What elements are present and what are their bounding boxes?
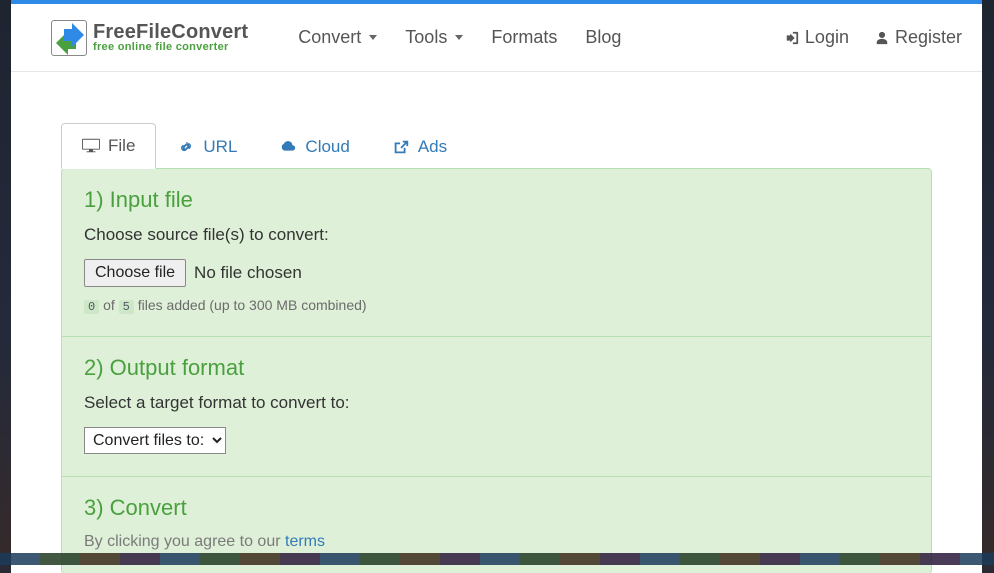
- logo-text: FreeFileConvert free online file convert…: [93, 22, 248, 53]
- tab-label: File: [108, 136, 135, 156]
- file-chosen-status: No file chosen: [194, 263, 302, 283]
- nav-label: Login: [805, 27, 849, 48]
- nav-right: Login Register: [785, 27, 962, 48]
- chevron-down-icon: [369, 35, 377, 40]
- external-link-icon: [392, 139, 410, 155]
- files-current-count: 0: [84, 300, 99, 314]
- brand-logo[interactable]: FreeFileConvert free online file convert…: [51, 20, 248, 56]
- section-title: 1) Input file: [84, 187, 909, 213]
- logo-icon: [51, 20, 87, 56]
- terms-prefix: By clicking you agree to our: [84, 533, 285, 550]
- tab-file[interactable]: File: [61, 123, 156, 169]
- nav-label: Formats: [491, 27, 557, 48]
- section-title: 2) Output format: [84, 355, 909, 381]
- section-output: 2) Output format Select a target format …: [62, 337, 931, 477]
- nav-tools[interactable]: Tools: [405, 27, 463, 48]
- section-input: 1) Input file Choose source file(s) to c…: [62, 169, 931, 337]
- file-input-row: Choose file No file chosen: [84, 259, 909, 287]
- nav-login[interactable]: Login: [785, 27, 849, 48]
- cloud-download-icon: [279, 139, 297, 155]
- nav-label: Tools: [405, 27, 447, 48]
- terms-line: By clicking you agree to our terms: [84, 533, 909, 551]
- file-count-hint: 0 of 5 files added (up to 300 MB combine…: [84, 297, 909, 314]
- nav-label: Register: [895, 27, 962, 48]
- backdrop-bottom: [0, 553, 994, 565]
- signin-icon: [785, 31, 799, 45]
- output-format-row: Convert files to:: [84, 427, 909, 454]
- main-container: File URL Cloud Ads 1) Input file Choose …: [11, 72, 982, 573]
- tab-ads[interactable]: Ads: [371, 124, 468, 169]
- page: FreeFileConvert free online file convert…: [11, 0, 982, 573]
- nav-label: Convert: [298, 27, 361, 48]
- hint-of: of: [103, 297, 115, 313]
- choose-file-button[interactable]: Choose file: [84, 259, 186, 287]
- nav-left: Convert Tools Formats Blog: [298, 27, 621, 48]
- output-format-select[interactable]: Convert files to:: [84, 427, 226, 454]
- convert-panel: 1) Input file Choose source file(s) to c…: [61, 168, 932, 573]
- source-tabs: File URL Cloud Ads: [61, 122, 932, 168]
- nav-convert[interactable]: Convert: [298, 27, 377, 48]
- terms-link[interactable]: terms: [285, 533, 325, 550]
- tab-label: URL: [203, 137, 237, 157]
- tab-label: Ads: [418, 137, 447, 157]
- nav-register[interactable]: Register: [875, 27, 962, 48]
- brand-name: FreeFileConvert: [93, 22, 248, 42]
- hint-rest: files added (up to 300 MB combined): [138, 297, 367, 313]
- nav-formats[interactable]: Formats: [491, 27, 557, 48]
- brand-tagline: free online file converter: [93, 42, 248, 53]
- tab-cloud[interactable]: Cloud: [258, 124, 370, 169]
- user-icon: [875, 31, 889, 45]
- section-lead: Select a target format to convert to:: [84, 393, 909, 413]
- tab-url[interactable]: URL: [156, 124, 258, 169]
- section-title: 3) Convert: [84, 495, 909, 521]
- link-icon: [177, 139, 195, 155]
- tab-label: Cloud: [305, 137, 349, 157]
- section-lead: Choose source file(s) to convert:: [84, 225, 909, 245]
- files-max-count: 5: [119, 300, 134, 314]
- chevron-down-icon: [455, 35, 463, 40]
- nav-label: Blog: [585, 27, 621, 48]
- desktop-icon: [82, 138, 100, 154]
- navbar: FreeFileConvert free online file convert…: [11, 4, 982, 72]
- nav-blog[interactable]: Blog: [585, 27, 621, 48]
